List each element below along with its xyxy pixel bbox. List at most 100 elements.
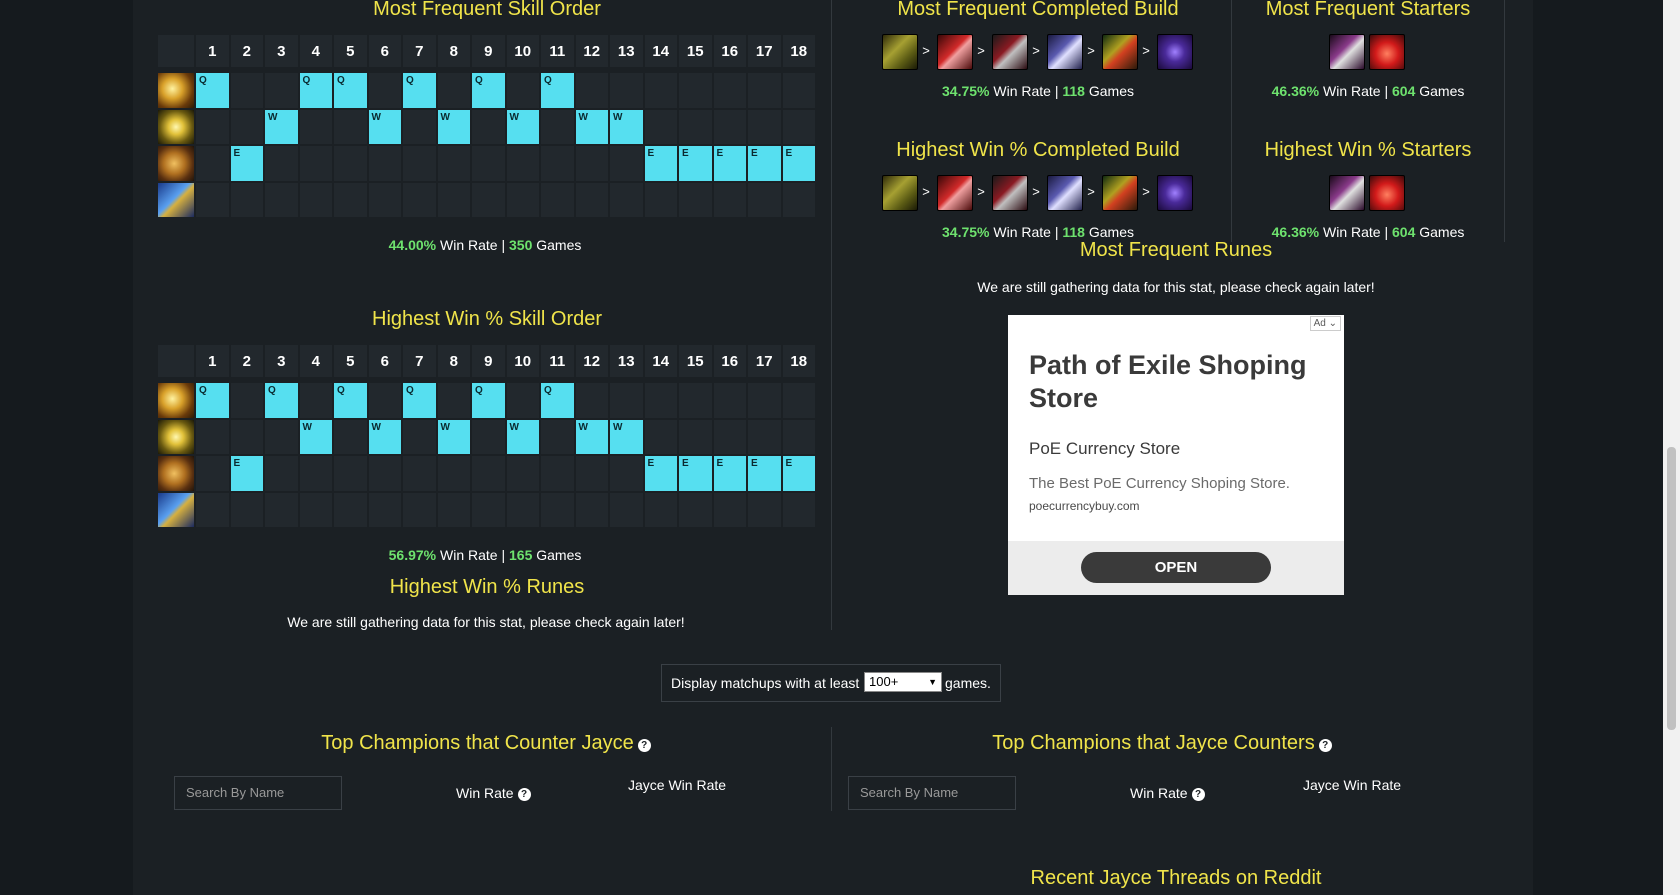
skill-empty-cell	[436, 181, 471, 218]
skill-empty-cell	[436, 491, 471, 528]
skill-empty-cell	[505, 145, 540, 182]
level-header: 6	[367, 344, 402, 378]
skill-point-cell: W	[367, 108, 402, 145]
spear-icon[interactable]	[1047, 175, 1083, 211]
long-sword-icon[interactable]	[1329, 175, 1365, 211]
level-header: 5	[333, 344, 368, 378]
skill-empty-cell	[195, 418, 230, 455]
health-potion-icon[interactable]	[1369, 175, 1405, 211]
skill-empty-cell	[367, 181, 402, 218]
ad-banner[interactable]: Ad ⌄ Path of Exile Shoping Store PoE Cur…	[1008, 315, 1344, 595]
skill-empty-cell	[505, 491, 540, 528]
skill-key-label: E	[785, 148, 793, 159]
skill-point-cell: E	[643, 145, 678, 182]
skill-key-label: E	[682, 458, 689, 469]
skill-key-label: W	[509, 111, 519, 123]
arrow-separator: >	[977, 184, 985, 199]
skill-empty-cell	[402, 455, 437, 492]
skill-empty-cell	[402, 418, 437, 455]
most-frequent-skill-stats: 44.00% Win Rate | 350 Games	[330, 237, 640, 253]
ad-title[interactable]: Path of Exile Shoping Store	[1029, 349, 1329, 415]
level-header: 11	[540, 344, 575, 378]
skill-empty-cell	[367, 72, 402, 109]
skill-empty-cell	[540, 145, 575, 182]
level-header: 14	[643, 344, 678, 378]
highest-win-runes-title: Highest Win % Runes	[389, 576, 585, 598]
level-header: 12	[574, 344, 609, 378]
win-rate-label: Win Rate |	[1323, 83, 1389, 99]
level-header: 16	[712, 34, 747, 68]
highest-win-skill-order-title: Highest Win % Skill Order	[372, 308, 603, 330]
edge-of-night-icon[interactable]	[1157, 175, 1193, 211]
skill-key-label: E	[751, 148, 758, 159]
skill-empty-cell	[471, 455, 506, 492]
skill-empty-cell	[781, 72, 816, 109]
highest-win-build-stats: 34.75% Win Rate | 118 Games	[888, 224, 1188, 240]
skill-empty-cell	[195, 108, 230, 145]
win-rate-label: Win Rate |	[993, 224, 1059, 240]
min-games-select[interactable]: 100+ ▼	[864, 672, 942, 692]
win-rate-value: 46.36%	[1271, 224, 1320, 240]
skill-empty-cell	[436, 382, 471, 419]
skill-empty-cell	[678, 108, 713, 145]
search-input[interactable]: Search By Name	[848, 776, 1016, 810]
level-header: 13	[609, 34, 644, 68]
jayce-win-rate-header[interactable]: Jayce Win Rate	[1303, 777, 1401, 793]
health-potion-icon[interactable]	[1369, 34, 1405, 70]
skill-empty-cell	[643, 491, 678, 528]
skill-empty-cell	[229, 418, 264, 455]
ravenous-hydra-icon[interactable]	[992, 34, 1028, 70]
skill-point-cell: W	[505, 108, 540, 145]
bf-sword-icon[interactable]	[937, 34, 973, 70]
level-header: 3	[264, 34, 299, 68]
skill-point-cell: E	[678, 145, 713, 182]
help-icon[interactable]: ?	[517, 788, 531, 801]
ad-url[interactable]: poecurrencybuy.com	[1029, 499, 1140, 513]
arrow-separator: >	[1032, 184, 1040, 199]
skill-empty-cell	[574, 491, 609, 528]
skill-empty-cell	[540, 418, 575, 455]
skill-empty-cell	[471, 145, 506, 182]
search-input[interactable]: Search By Name	[174, 776, 342, 810]
help-icon[interactable]: ?	[637, 739, 651, 752]
skill-point-cell: W	[367, 418, 402, 455]
jayce-win-rate-header[interactable]: Jayce Win Rate	[628, 777, 726, 793]
min-games-selected: 100+	[869, 674, 899, 689]
skill-empty-cell	[333, 108, 368, 145]
bf-sword-icon[interactable]	[937, 175, 973, 211]
highest-win-starters-stats: 46.36% Win Rate | 604 Games	[1233, 224, 1503, 240]
skill-empty-cell	[574, 382, 609, 419]
win-rate-value: 46.36%	[1271, 83, 1320, 99]
skill-empty-cell	[712, 72, 747, 109]
blade-icon[interactable]	[1102, 175, 1138, 211]
skill-empty-cell	[333, 418, 368, 455]
skill-point-cell: Q	[402, 382, 437, 419]
boots-icon[interactable]	[882, 34, 918, 70]
skill-empty-cell	[781, 382, 816, 419]
help-icon[interactable]: ?	[1191, 788, 1205, 801]
win-rate-header[interactable]: Win Rate?	[1130, 785, 1205, 801]
edge-of-night-icon[interactable]	[1157, 34, 1193, 70]
win-rate-header[interactable]: Win Rate?	[456, 785, 531, 801]
page-scrollbar[interactable]	[1663, 0, 1680, 895]
help-icon[interactable]: ?	[1318, 739, 1332, 752]
blade-icon[interactable]	[1102, 34, 1138, 70]
most-frequent-skill-order-title: Most Frequent Skill Order	[373, 0, 601, 20]
spear-icon[interactable]	[1047, 34, 1083, 70]
skill-empty-cell	[505, 455, 540, 492]
skill-empty-cell	[643, 382, 678, 419]
games-label: Games	[1419, 224, 1465, 240]
ad-open-button[interactable]: OPEN	[1081, 552, 1271, 583]
skill-empty-cell	[747, 108, 782, 145]
long-sword-icon[interactable]	[1329, 34, 1365, 70]
ravenous-hydra-icon[interactable]	[992, 175, 1028, 211]
boots-icon[interactable]	[882, 175, 918, 211]
ad-badge[interactable]: Ad ⌄	[1309, 316, 1341, 331]
skill-key-label: W	[613, 421, 623, 433]
skill-point-cell: Q	[402, 72, 437, 109]
skill-point-cell: E	[781, 455, 816, 492]
scrollbar-thumb[interactable]	[1667, 447, 1676, 730]
skill-empty-cell	[436, 145, 471, 182]
arrow-separator: >	[1087, 43, 1095, 58]
skill-empty-cell	[609, 145, 644, 182]
